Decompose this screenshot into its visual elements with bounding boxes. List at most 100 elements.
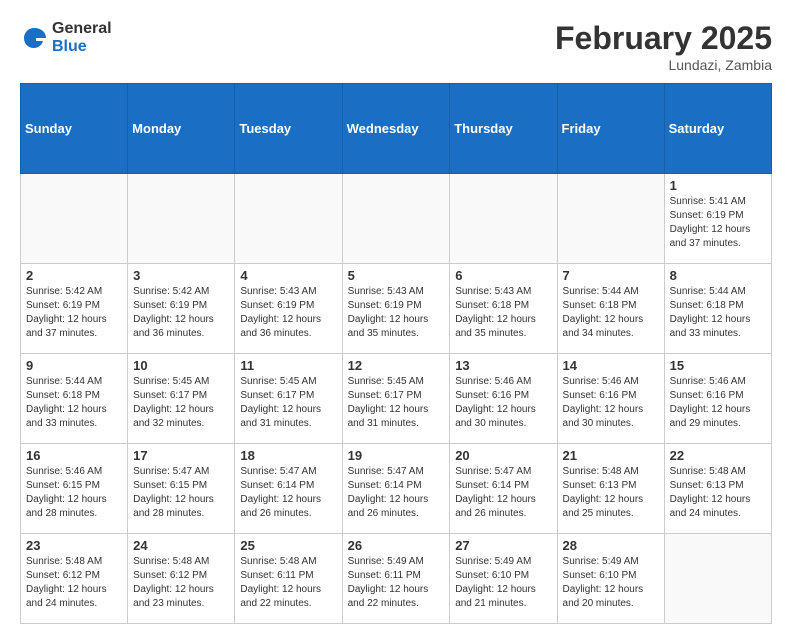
day-info: Sunrise: 5:48 AM Sunset: 6:13 PM Dayligh…: [563, 465, 659, 521]
day-number: 3: [133, 268, 229, 283]
day-info: Sunrise: 5:45 AM Sunset: 6:17 PM Dayligh…: [240, 375, 336, 431]
col-tuesday: Tuesday: [235, 84, 342, 174]
logo: General Blue: [20, 20, 112, 55]
day-info: Sunrise: 5:45 AM Sunset: 6:17 PM Dayligh…: [348, 375, 445, 431]
table-row: 25Sunrise: 5:48 AM Sunset: 6:11 PM Dayli…: [235, 534, 342, 624]
table-row: [235, 174, 342, 264]
table-row: 6 Sunrise: 5:43 AM Sunset: 6:18 PM Daylig…: [450, 264, 557, 354]
day-info: Sunrise: 5:46 AM Sunset: 6:16 PM Dayligh…: [670, 375, 766, 431]
col-thursday: Thursday: [450, 84, 557, 174]
day-number: 14: [563, 358, 659, 373]
calendar-week-row: 23Sunrise: 5:48 AM Sunset: 6:12 PM Dayli…: [21, 534, 772, 624]
logo-icon: [20, 24, 48, 52]
day-number: 2: [26, 268, 122, 283]
table-row: 4Sunrise: 5:43 AM Sunset: 6:19 PM Daylig…: [235, 264, 342, 354]
table-row: 24 Sunrise: 5:48 AM Sunset: 6:12 PM Dayli…: [128, 534, 235, 624]
col-monday: Monday: [128, 84, 235, 174]
location: Lundazi, Zambia: [555, 57, 772, 73]
day-info: Sunrise: 5:43 AM Sunset: 6:18 PM Dayligh…: [455, 285, 551, 341]
table-row: 28 Sunrise: 5:49 AM Sunset: 6:10 PM Dayli…: [557, 534, 664, 624]
month-year: February 2025: [555, 20, 772, 57]
calendar-week-row: 16 Sunrise: 5:46 AM Sunset: 6:15 PM Dayli…: [21, 444, 772, 534]
table-row: 1 Sunrise: 5:41 AM Sunset: 6:19 PM Daylig…: [664, 174, 771, 264]
logo-blue: Blue: [52, 38, 87, 55]
day-info: Sunrise: 5:48 AM Sunset: 6:12 PM Dayligh…: [26, 555, 122, 611]
day-number: 21: [563, 448, 659, 463]
logo-text: General Blue: [52, 20, 112, 55]
day-info: Sunrise: 5:44 AM Sunset: 6:18 PM Dayligh…: [670, 285, 766, 341]
table-row: [664, 534, 771, 624]
day-number: 18: [240, 448, 336, 463]
table-row: 8 Sunrise: 5:44 AM Sunset: 6:18 PM Daylig…: [664, 264, 771, 354]
day-number: 8: [670, 268, 766, 283]
day-info: Sunrise: 5:49 AM Sunset: 6:10 PM Dayligh…: [455, 555, 551, 611]
table-row: [128, 174, 235, 264]
col-sunday: Sunday: [21, 84, 128, 174]
table-row: [557, 174, 664, 264]
table-row: 11 Sunrise: 5:45 AM Sunset: 6:17 PM Dayli…: [235, 354, 342, 444]
day-number: 16: [26, 448, 122, 463]
table-row: 18 Sunrise: 5:47 AM Sunset: 6:14 PM Dayli…: [235, 444, 342, 534]
day-info: Sunrise: 5:47 AM Sunset: 6:14 PM Dayligh…: [240, 465, 336, 521]
day-info: Sunrise: 5:47 AM Sunset: 6:14 PM Dayligh…: [348, 465, 445, 521]
day-number: 12: [348, 358, 445, 373]
day-number: 17: [133, 448, 229, 463]
day-number: 15: [670, 358, 766, 373]
day-info: Sunrise: 5:42 AM Sunset: 6:19 PM Dayligh…: [133, 285, 229, 341]
logo-general: General: [52, 20, 112, 37]
day-info: Sunrise: 5:46 AM Sunset: 6:16 PM Dayligh…: [563, 375, 659, 431]
day-info: Sunrise: 5:47 AM Sunset: 6:14 PM Dayligh…: [455, 465, 551, 521]
table-row: 12 Sunrise: 5:45 AM Sunset: 6:17 PM Dayli…: [342, 354, 450, 444]
day-number: 20: [455, 448, 551, 463]
table-row: 7 Sunrise: 5:44 AM Sunset: 6:18 PM Daylig…: [557, 264, 664, 354]
day-info: Sunrise: 5:47 AM Sunset: 6:15 PM Dayligh…: [133, 465, 229, 521]
table-row: 13Sunrise: 5:46 AM Sunset: 6:16 PM Dayli…: [450, 354, 557, 444]
table-row: 19 Sunrise: 5:47 AM Sunset: 6:14 PM Dayli…: [342, 444, 450, 534]
day-info: Sunrise: 5:49 AM Sunset: 6:11 PM Dayligh…: [348, 555, 445, 611]
calendar-week-row: 1 Sunrise: 5:41 AM Sunset: 6:19 PM Daylig…: [21, 174, 772, 264]
table-row: 3 Sunrise: 5:42 AM Sunset: 6:19 PM Daylig…: [128, 264, 235, 354]
day-number: 24: [133, 538, 229, 553]
day-info: Sunrise: 5:48 AM Sunset: 6:13 PM Dayligh…: [670, 465, 766, 521]
table-row: 10Sunrise: 5:45 AM Sunset: 6:17 PM Dayli…: [128, 354, 235, 444]
col-friday: Friday: [557, 84, 664, 174]
day-number: 7: [563, 268, 659, 283]
day-number: 1: [670, 178, 766, 193]
day-info: Sunrise: 5:48 AM Sunset: 6:12 PM Dayligh…: [133, 555, 229, 611]
day-number: 19: [348, 448, 445, 463]
page-header: General Blue February 2025 Lundazi, Zamb…: [20, 20, 772, 73]
day-number: 5: [348, 268, 445, 283]
day-number: 25: [240, 538, 336, 553]
day-info: Sunrise: 5:44 AM Sunset: 6:18 PM Dayligh…: [563, 285, 659, 341]
calendar-week-row: 2 Sunrise: 5:42 AM Sunset: 6:19 PM Daylig…: [21, 264, 772, 354]
day-number: 4: [240, 268, 336, 283]
day-number: 26: [348, 538, 445, 553]
table-row: 23Sunrise: 5:48 AM Sunset: 6:12 PM Dayli…: [21, 534, 128, 624]
table-row: [450, 174, 557, 264]
day-info: Sunrise: 5:44 AM Sunset: 6:18 PM Dayligh…: [26, 375, 122, 431]
table-row: 16 Sunrise: 5:46 AM Sunset: 6:15 PM Dayli…: [21, 444, 128, 534]
day-number: 28: [563, 538, 659, 553]
day-number: 6: [455, 268, 551, 283]
day-number: 22: [670, 448, 766, 463]
day-info: Sunrise: 5:41 AM Sunset: 6:19 PM Dayligh…: [670, 195, 766, 251]
table-row: [342, 174, 450, 264]
col-saturday: Saturday: [664, 84, 771, 174]
day-number: 11: [240, 358, 336, 373]
table-row: 5Sunrise: 5:43 AM Sunset: 6:19 PM Daylig…: [342, 264, 450, 354]
day-info: Sunrise: 5:46 AM Sunset: 6:15 PM Dayligh…: [26, 465, 122, 521]
table-row: 2Sunrise: 5:42 AM Sunset: 6:19 PM Daylig…: [21, 264, 128, 354]
calendar: Sunday Monday Tuesday Wednesday Thursday…: [20, 83, 772, 624]
day-info: Sunrise: 5:49 AM Sunset: 6:10 PM Dayligh…: [563, 555, 659, 611]
title-block: February 2025 Lundazi, Zambia: [555, 20, 772, 73]
table-row: 20 Sunrise: 5:47 AM Sunset: 6:14 PM Dayli…: [450, 444, 557, 534]
table-row: [21, 174, 128, 264]
day-number: 10: [133, 358, 229, 373]
table-row: 14 Sunrise: 5:46 AM Sunset: 6:16 PM Dayli…: [557, 354, 664, 444]
calendar-week-row: 9Sunrise: 5:44 AM Sunset: 6:18 PM Daylig…: [21, 354, 772, 444]
table-row: 26 Sunrise: 5:49 AM Sunset: 6:11 PM Dayli…: [342, 534, 450, 624]
calendar-header-row: Sunday Monday Tuesday Wednesday Thursday…: [21, 84, 772, 174]
table-row: 21 Sunrise: 5:48 AM Sunset: 6:13 PM Dayli…: [557, 444, 664, 534]
col-wednesday: Wednesday: [342, 84, 450, 174]
day-number: 27: [455, 538, 551, 553]
